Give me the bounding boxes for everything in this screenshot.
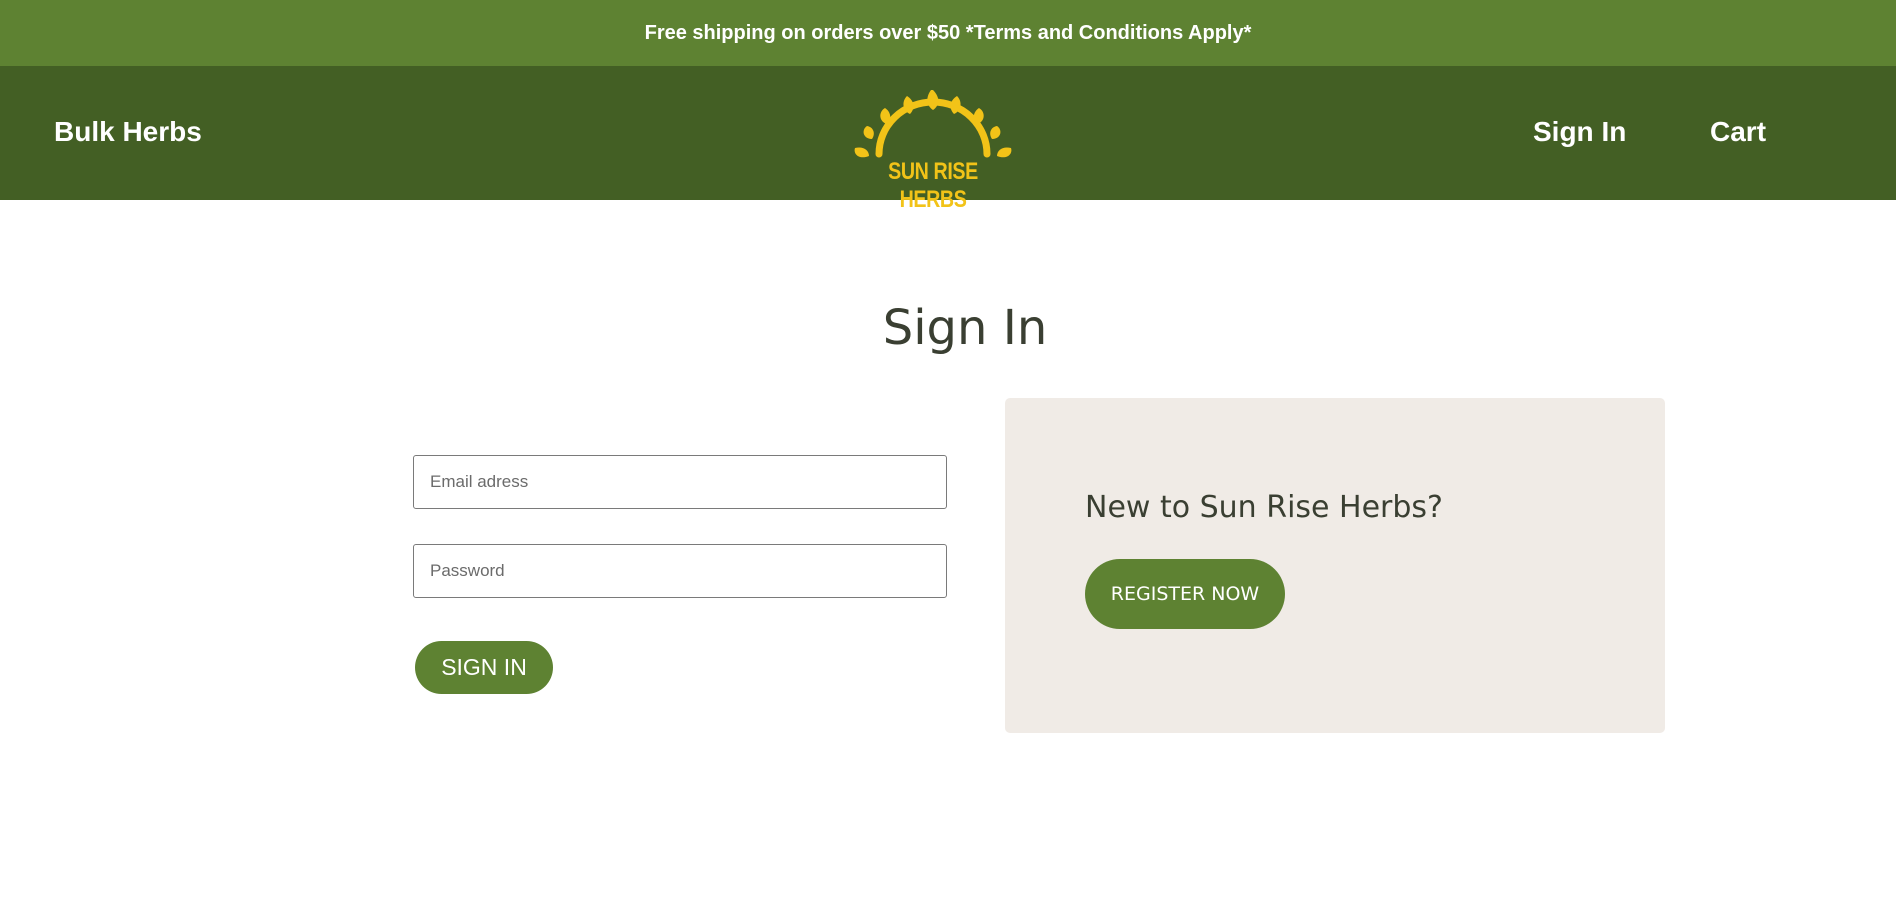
promo-text: Free shipping on orders over $50 *Terms … [644,21,1252,44]
page: Free shipping on orders over $50 *Terms … [0,0,1896,897]
register-panel: New to Sun Rise Herbs? REGISTER NOW [1005,398,1665,733]
password-field[interactable] [413,544,947,598]
sun-rise-herbs-logo[interactable]: SUN RISE HERBS [845,76,1021,213]
site-header: Bulk Herbs SUN RISE HERBS Sign In Cart [0,66,1896,213]
email-field[interactable] [413,455,947,509]
nav-cart-link[interactable]: Cart [1710,116,1766,148]
nav-sign-in-link[interactable]: Sign In [1533,116,1626,148]
sign-in-button[interactable]: SIGN IN [415,641,553,694]
register-heading: New to Sun Rise Herbs? [1085,490,1443,525]
nav-bulk-herbs-link[interactable]: Bulk Herbs [54,116,202,148]
page-title: Sign In [882,300,1048,356]
logo-text: SUN RISE HERBS [888,158,978,213]
promo-banner: Free shipping on orders over $50 *Terms … [0,0,1896,66]
register-now-button[interactable]: REGISTER NOW [1085,559,1285,629]
